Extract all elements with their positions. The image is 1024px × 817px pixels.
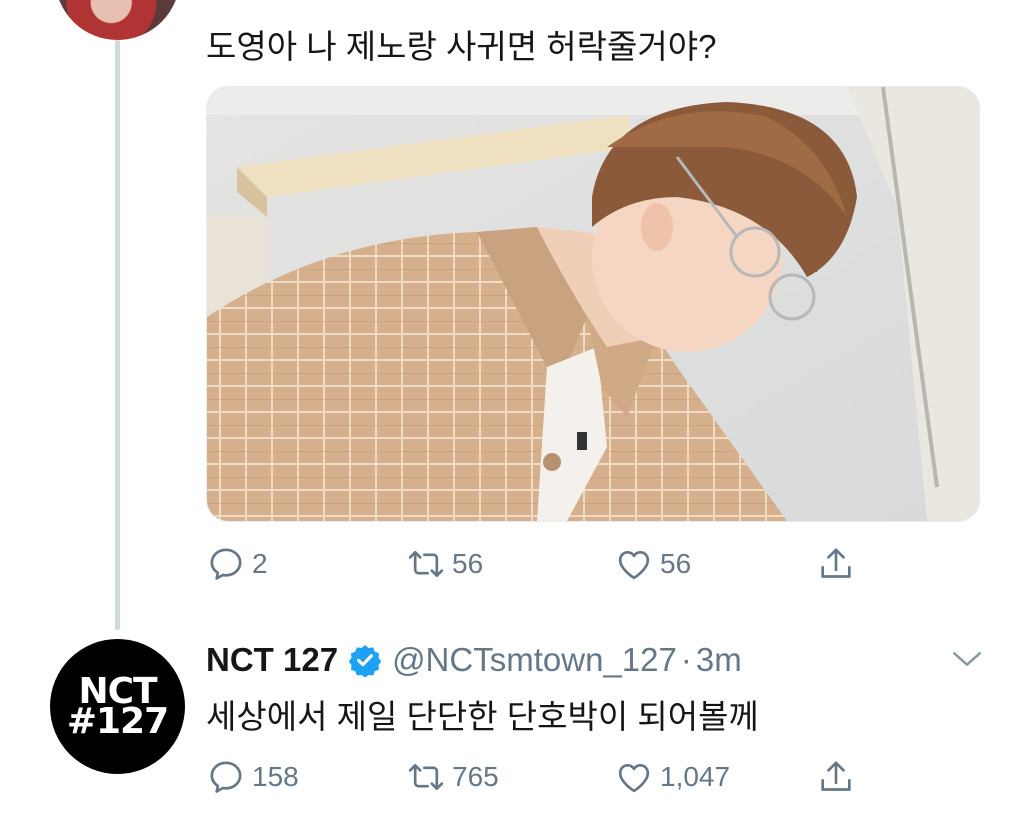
reply-count: 158 <box>252 761 299 792</box>
display-name[interactable]: NCT 127 <box>206 641 338 679</box>
tweet-header: NCT 127 @NCTsmtown_127 · 3m <box>206 638 742 682</box>
retweet-button[interactable]: 56 <box>406 542 483 586</box>
retweet-icon <box>408 764 444 790</box>
like-icon <box>618 764 650 793</box>
verified-badge-icon <box>348 645 382 677</box>
reply-button[interactable]: 2 <box>206 542 268 586</box>
like-icon <box>618 551 650 580</box>
reply-button[interactable]: 158 <box>206 755 299 799</box>
twitter-thread: 도영아 나 제노랑 사귀면 허락줄거야? 2 56 56 NCT #127 NC… <box>0 0 1024 817</box>
like-count: 1,047 <box>660 761 731 792</box>
user-handle[interactable]: @NCTsmtown_127 <box>392 641 677 679</box>
share-button[interactable] <box>816 542 856 586</box>
retweet-icon <box>408 551 444 577</box>
tweet-text: 도영아 나 제노랑 사귀면 허락줄거야? <box>206 28 717 65</box>
like-button[interactable]: 1,047 <box>614 755 730 799</box>
like-button[interactable]: 56 <box>614 542 691 586</box>
tweet-actions: 2 56 56 <box>206 542 866 586</box>
avatar-logo-line2: #127 <box>66 700 169 742</box>
retweet-button[interactable]: 765 <box>406 755 499 799</box>
tweet-text: 세상에서 제일 단단한 단호박이 되어볼께 <box>206 698 759 735</box>
like-count: 56 <box>660 548 692 579</box>
share-icon <box>821 761 851 791</box>
avatar[interactable] <box>55 0 180 40</box>
thread-connector-line <box>115 40 120 630</box>
reply-icon <box>210 761 242 793</box>
avatar[interactable]: NCT #127 <box>50 639 185 774</box>
retweet-count: 56 <box>452 548 484 579</box>
separator-dot: · <box>680 641 692 678</box>
tweet-timestamp[interactable]: 3m <box>696 641 742 679</box>
photo-illustration <box>207 87 979 521</box>
tweet-photo[interactable] <box>206 86 980 522</box>
share-icon <box>821 548 851 578</box>
share-button[interactable] <box>816 755 856 799</box>
tweet-actions: 158 765 1,047 <box>206 755 866 799</box>
reply-icon <box>210 548 242 580</box>
retweet-count: 765 <box>452 761 499 792</box>
reply-count: 2 <box>252 548 268 579</box>
chevron-down-icon[interactable] <box>950 644 984 674</box>
